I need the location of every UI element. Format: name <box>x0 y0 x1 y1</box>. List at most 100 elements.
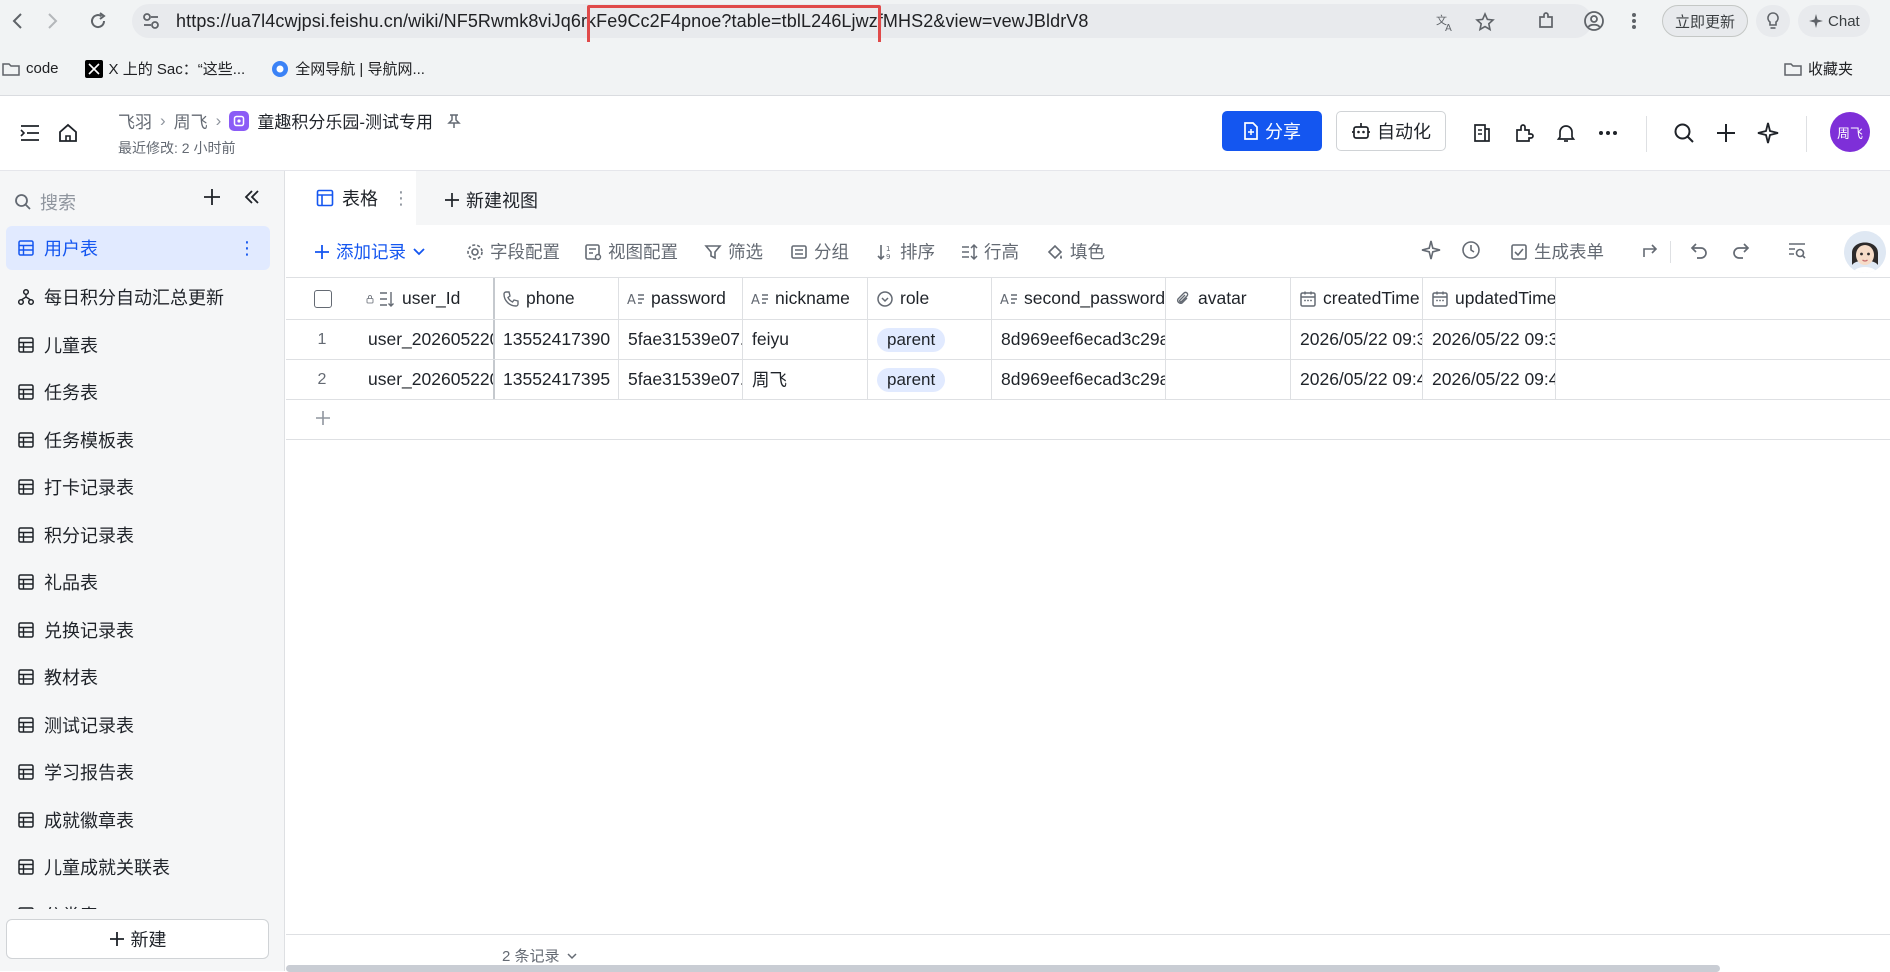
site-info-icon[interactable] <box>134 4 168 38</box>
sidebar-item[interactable]: 学习报告表 <box>6 749 270 797</box>
add-row[interactable] <box>286 400 1890 440</box>
select-all-checkbox[interactable] <box>314 278 354 319</box>
table-row[interactable]: 2 user_20260522011 13552417395 5fae31539e07… <box>286 360 1890 400</box>
sidebar-item[interactable]: 任务模板表 <box>6 416 270 464</box>
page-title[interactable]: 童趣积分乐园-测试专用 <box>257 108 433 133</box>
add-record-button[interactable]: 添加记录 <box>314 239 426 264</box>
cell-password[interactable]: 5fae31539e07... <box>619 360 743 399</box>
sort-button[interactable]: 19 排序 <box>876 239 935 264</box>
cell-user-id[interactable]: user_20260522010 <box>368 320 494 359</box>
sidebar-search[interactable]: 搜索 <box>14 189 76 215</box>
new-view-button[interactable]: 新建视图 <box>444 187 538 213</box>
share-button[interactable]: 分享 <box>1222 111 1322 151</box>
sidebar-item[interactable]: 成就徽章表 <box>6 796 270 844</box>
pin-icon[interactable] <box>447 113 461 129</box>
cell-phone[interactable]: 13552417395 <box>494 360 619 399</box>
row-height-button[interactable]: 行高 <box>960 239 1019 264</box>
column-header[interactable]: Apassword <box>619 278 743 319</box>
ai-sparkle-icon[interactable] <box>1754 119 1782 147</box>
breadcrumb-item[interactable]: 周飞 <box>174 108 208 133</box>
cell-password[interactable]: 5fae31539e07... <box>619 320 743 359</box>
bookmarks-folder[interactable]: 收藏夹 <box>1784 58 1853 79</box>
docs-icon[interactable] <box>1468 119 1496 147</box>
translate-icon[interactable]: 文A <box>1434 11 1456 33</box>
sidebar-item[interactable]: 兑换记录表 <box>6 606 270 654</box>
bookmark-nav[interactable]: 全网导航 | 导航网... <box>271 58 425 79</box>
add-table-icon[interactable] <box>202 187 222 207</box>
sidebar-item[interactable]: 每日积分自动汇总更新 <box>6 274 270 322</box>
column-header[interactable]: updatedTime <box>1423 278 1556 319</box>
cell-avatar[interactable] <box>1166 360 1291 399</box>
back-icon[interactable] <box>0 3 36 39</box>
reload-icon[interactable] <box>80 3 116 39</box>
lightbulb-icon[interactable] <box>1756 5 1791 37</box>
column-header[interactable]: Asecond_password <box>992 278 1166 319</box>
cell-updatedtime[interactable]: 2026/05/22 09:46 <box>1423 360 1556 399</box>
bookmark-star-icon[interactable] <box>1474 11 1496 33</box>
cell-second-password[interactable]: 8d969eef6ecad3c29a3... <box>992 360 1166 399</box>
automation-button[interactable]: 自动化 <box>1336 111 1446 151</box>
search-records-icon[interactable] <box>1786 239 1808 261</box>
tab-more-icon[interactable]: ⋮ <box>392 188 410 209</box>
collapse-sidebar-icon[interactable] <box>242 187 262 207</box>
checkbox[interactable] <box>314 289 332 308</box>
update-button[interactable]: 立即更新 <box>1662 5 1749 37</box>
bell-icon[interactable] <box>1552 119 1580 147</box>
search-icon[interactable] <box>1670 119 1698 147</box>
column-header[interactable]: avatar <box>1166 278 1291 319</box>
tab-grid-view[interactable]: 表格 ⋮ <box>286 171 416 225</box>
cell-second-password[interactable]: 8d969eef6ecad3c29a3... <box>992 320 1166 359</box>
cell-updatedtime[interactable]: 2026/05/22 09:35 <box>1423 320 1556 359</box>
generate-form-button[interactable]: 生成表单 <box>1510 239 1604 264</box>
cell-createdtime[interactable]: 2026/05/22 09:35 <box>1291 320 1423 359</box>
redo-icon[interactable] <box>1730 239 1752 261</box>
view-config-button[interactable]: 视图配置 <box>584 239 678 264</box>
column-header[interactable]: role <box>868 278 992 319</box>
undo-icon[interactable] <box>1688 239 1710 261</box>
sidebar-item[interactable]: 测试记录表 <box>6 701 270 749</box>
sidebar-item[interactable]: 教材表 <box>6 654 270 702</box>
sidebar-item[interactable]: 儿童表 <box>6 321 270 369</box>
chat-button[interactable]: Chat <box>1798 5 1870 37</box>
cell-nickname[interactable]: feiyu <box>743 320 868 359</box>
sidebar-item[interactable]: 儿童成就关联表 <box>6 844 270 892</box>
column-header[interactable]: createdTime <box>1291 278 1423 319</box>
avatar[interactable]: 周飞 <box>1830 112 1870 152</box>
table-row[interactable]: 1 user_20260522010 13552417390 5fae31539e07… <box>286 320 1890 360</box>
plus-icon[interactable] <box>314 409 332 427</box>
address-bar[interactable]: https://ua7l4cwjpsi.feishu.cn/wiki/NF5Rw… <box>132 4 1592 51</box>
toggle-sidebar-icon[interactable] <box>16 119 44 147</box>
ai-sparkle-icon[interactable] <box>1420 239 1442 261</box>
column-header[interactable]: user_Id <box>378 278 494 319</box>
filter-button[interactable]: 筛选 <box>704 239 763 264</box>
chevron-down-icon[interactable] <box>412 247 426 257</box>
plugin-icon[interactable] <box>1510 119 1538 147</box>
more-vertical-icon[interactable]: ⋮ <box>238 238 256 259</box>
more-vertical-icon[interactable] <box>1614 1 1654 41</box>
more-horizontal-icon[interactable] <box>1594 119 1622 147</box>
forward-icon[interactable] <box>34 3 70 39</box>
sidebar-item[interactable]: 积分记录表 <box>6 511 270 559</box>
sidebar-item[interactable]: 用户表 ⋮ <box>6 226 270 270</box>
fill-color-button[interactable]: 填色 <box>1046 239 1105 264</box>
profile-icon[interactable] <box>1574 1 1614 41</box>
sidebar-item[interactable]: 打卡记录表 <box>6 464 270 512</box>
plus-icon[interactable] <box>1712 119 1740 147</box>
new-button[interactable]: 新建 <box>6 919 269 959</box>
cell-createdtime[interactable]: 2026/05/22 09:46 <box>1291 360 1423 399</box>
breadcrumb-item[interactable]: 飞羽 <box>118 108 152 133</box>
sidebar-item[interactable]: 分类表 <box>6 891 270 909</box>
column-header[interactable]: phone <box>494 278 619 319</box>
group-button[interactable]: 分组 <box>790 239 849 264</box>
bookmark-x[interactable]: X 上的 Sac：“这些... <box>84 58 245 79</box>
cell-user-id[interactable]: user_20260522011 <box>368 360 494 399</box>
field-config-button[interactable]: 字段配置 <box>466 239 560 264</box>
bookmark-code[interactable]: code <box>2 60 59 78</box>
cell-role[interactable]: parent <box>868 320 992 359</box>
sidebar-item[interactable]: 任务表 <box>6 369 270 417</box>
assistant-avatar[interactable] <box>1844 231 1886 273</box>
cell-role[interactable]: parent <box>868 360 992 399</box>
extensions-icon[interactable] <box>1526 1 1566 41</box>
cell-avatar[interactable] <box>1166 320 1291 359</box>
share-view-icon[interactable] <box>1640 239 1662 261</box>
